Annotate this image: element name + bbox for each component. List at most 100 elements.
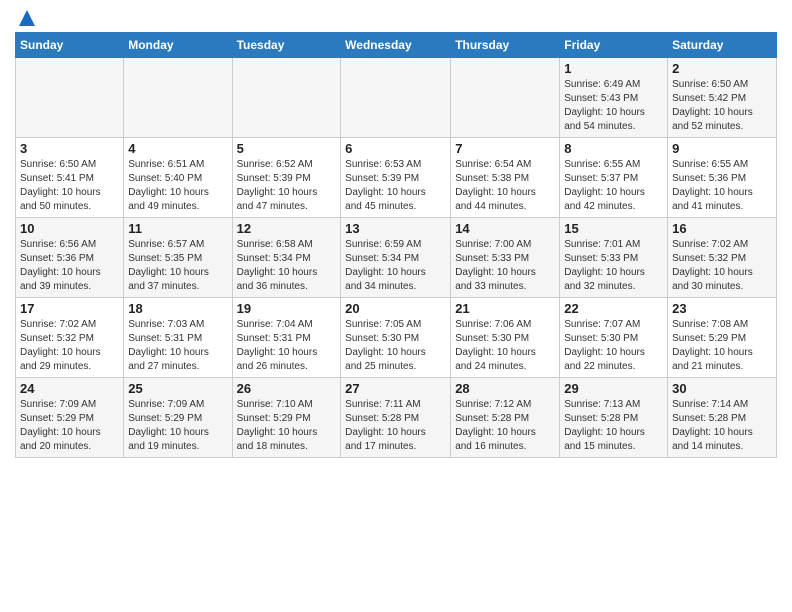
calendar-cell: 14 Sunrise: 7:00 AM Sunset: 5:33 PM Dayli… [451, 218, 560, 298]
cell-day-number: 11 [128, 221, 227, 236]
cell-day-number: 1 [564, 61, 663, 76]
calendar-cell [124, 58, 232, 138]
calendar-cell: 22 Sunrise: 7:07 AM Sunset: 5:30 PM Dayli… [560, 298, 668, 378]
calendar-cell [451, 58, 560, 138]
cell-day-number: 16 [672, 221, 772, 236]
page-header [15, 10, 777, 24]
cell-info-text: Sunrise: 6:59 AM Sunset: 5:34 PM Dayligh… [345, 238, 446, 294]
calendar-cell: 1 Sunrise: 6:49 AM Sunset: 5:43 PM Daylig… [560, 58, 668, 138]
calendar-week-row: 1 Sunrise: 6:49 AM Sunset: 5:43 PM Daylig… [16, 58, 777, 138]
calendar-cell: 29Sunrise: 7:13 AM Sunset: 5:28 PM Dayli… [560, 378, 668, 458]
cell-day-number: 28 [455, 381, 555, 396]
cell-day-number: 23 [672, 301, 772, 316]
cell-info-text: Sunrise: 6:55 AM Sunset: 5:36 PM Dayligh… [672, 158, 772, 214]
cell-day-number: 18 [128, 301, 227, 316]
calendar-cell [16, 58, 124, 138]
calendar-cell: 3Sunrise: 6:50 AM Sunset: 5:41 PM Daylig… [16, 138, 124, 218]
cell-info-text: Sunrise: 7:09 AM Sunset: 5:29 PM Dayligh… [128, 398, 227, 454]
cell-info-text: Sunrise: 6:52 AM Sunset: 5:39 PM Dayligh… [237, 158, 337, 214]
calendar-cell: 8 Sunrise: 6:55 AM Sunset: 5:37 PM Daylig… [560, 138, 668, 218]
cell-info-text: Sunrise: 7:00 AM Sunset: 5:33 PM Dayligh… [455, 238, 555, 294]
cell-day-number: 12 [237, 221, 337, 236]
cell-day-number: 13 [345, 221, 446, 236]
calendar-table: SundayMondayTuesdayWednesdayThursdayFrid… [15, 32, 777, 458]
calendar-header-row: SundayMondayTuesdayWednesdayThursdayFrid… [16, 33, 777, 58]
cell-info-text: Sunrise: 7:08 AM Sunset: 5:29 PM Dayligh… [672, 318, 772, 374]
weekday-header-cell: Sunday [16, 33, 124, 58]
calendar-cell: 30Sunrise: 7:14 AM Sunset: 5:28 PM Dayli… [668, 378, 777, 458]
calendar-week-row: 10Sunrise: 6:56 AM Sunset: 5:36 PM Dayli… [16, 218, 777, 298]
calendar-cell: 16 Sunrise: 7:02 AM Sunset: 5:32 PM Dayli… [668, 218, 777, 298]
cell-info-text: Sunrise: 7:09 AM Sunset: 5:29 PM Dayligh… [20, 398, 119, 454]
cell-day-number: 14 [455, 221, 555, 236]
calendar-week-row: 3Sunrise: 6:50 AM Sunset: 5:41 PM Daylig… [16, 138, 777, 218]
cell-info-text: Sunrise: 6:50 AM Sunset: 5:42 PM Dayligh… [672, 78, 772, 134]
calendar-cell: 6Sunrise: 6:53 AM Sunset: 5:39 PM Daylig… [341, 138, 451, 218]
cell-day-number: 29 [564, 381, 663, 396]
calendar-cell: 23 Sunrise: 7:08 AM Sunset: 5:29 PM Dayli… [668, 298, 777, 378]
cell-day-number: 8 [564, 141, 663, 156]
calendar-cell: 9 Sunrise: 6:55 AM Sunset: 5:36 PM Daylig… [668, 138, 777, 218]
cell-info-text: Sunrise: 7:06 AM Sunset: 5:30 PM Dayligh… [455, 318, 555, 374]
cell-day-number: 26 [237, 381, 337, 396]
cell-day-number: 30 [672, 381, 772, 396]
cell-info-text: Sunrise: 6:55 AM Sunset: 5:37 PM Dayligh… [564, 158, 663, 214]
calendar-cell [232, 58, 341, 138]
calendar-cell: 13 Sunrise: 6:59 AM Sunset: 5:34 PM Dayli… [341, 218, 451, 298]
cell-info-text: Sunrise: 7:07 AM Sunset: 5:30 PM Dayligh… [564, 318, 663, 374]
weekday-header-cell: Monday [124, 33, 232, 58]
calendar-cell: 15Sunrise: 7:01 AM Sunset: 5:33 PM Dayli… [560, 218, 668, 298]
cell-info-text: Sunrise: 6:56 AM Sunset: 5:36 PM Dayligh… [20, 238, 119, 294]
calendar-body: 1 Sunrise: 6:49 AM Sunset: 5:43 PM Daylig… [16, 58, 777, 458]
calendar-week-row: 17 Sunrise: 7:02 AM Sunset: 5:32 PM Dayli… [16, 298, 777, 378]
calendar-cell: 28 Sunrise: 7:12 AM Sunset: 5:28 PM Dayli… [451, 378, 560, 458]
weekday-header-cell: Saturday [668, 33, 777, 58]
calendar-cell: 19Sunrise: 7:04 AM Sunset: 5:31 PM Dayli… [232, 298, 341, 378]
calendar-cell: 27Sunrise: 7:11 AM Sunset: 5:28 PM Dayli… [341, 378, 451, 458]
calendar-cell: 12Sunrise: 6:58 AM Sunset: 5:34 PM Dayli… [232, 218, 341, 298]
cell-info-text: Sunrise: 7:02 AM Sunset: 5:32 PM Dayligh… [20, 318, 119, 374]
cell-info-text: Sunrise: 7:03 AM Sunset: 5:31 PM Dayligh… [128, 318, 227, 374]
cell-info-text: Sunrise: 6:54 AM Sunset: 5:38 PM Dayligh… [455, 158, 555, 214]
calendar-cell [341, 58, 451, 138]
calendar-cell: 2 Sunrise: 6:50 AM Sunset: 5:42 PM Daylig… [668, 58, 777, 138]
cell-info-text: Sunrise: 7:02 AM Sunset: 5:32 PM Dayligh… [672, 238, 772, 294]
cell-day-number: 6 [345, 141, 446, 156]
cell-info-text: Sunrise: 7:05 AM Sunset: 5:30 PM Dayligh… [345, 318, 446, 374]
logo-icon [19, 10, 35, 26]
cell-day-number: 21 [455, 301, 555, 316]
weekday-header-cell: Wednesday [341, 33, 451, 58]
cell-day-number: 2 [672, 61, 772, 76]
calendar-cell: 20 Sunrise: 7:05 AM Sunset: 5:30 PM Dayli… [341, 298, 451, 378]
logo-area [15, 10, 35, 24]
calendar-week-row: 24 Sunrise: 7:09 AM Sunset: 5:29 PM Dayli… [16, 378, 777, 458]
calendar-cell: 10Sunrise: 6:56 AM Sunset: 5:36 PM Dayli… [16, 218, 124, 298]
cell-info-text: Sunrise: 6:57 AM Sunset: 5:35 PM Dayligh… [128, 238, 227, 294]
calendar-cell: 17 Sunrise: 7:02 AM Sunset: 5:32 PM Dayli… [16, 298, 124, 378]
cell-day-number: 24 [20, 381, 119, 396]
calendar-cell: 7Sunrise: 6:54 AM Sunset: 5:38 PM Daylig… [451, 138, 560, 218]
cell-info-text: Sunrise: 6:49 AM Sunset: 5:43 PM Dayligh… [564, 78, 663, 134]
weekday-header-cell: Tuesday [232, 33, 341, 58]
calendar-cell: 18 Sunrise: 7:03 AM Sunset: 5:31 PM Dayli… [124, 298, 232, 378]
cell-info-text: Sunrise: 6:51 AM Sunset: 5:40 PM Dayligh… [128, 158, 227, 214]
cell-day-number: 9 [672, 141, 772, 156]
cell-info-text: Sunrise: 7:12 AM Sunset: 5:28 PM Dayligh… [455, 398, 555, 454]
cell-day-number: 25 [128, 381, 227, 396]
cell-day-number: 27 [345, 381, 446, 396]
weekday-header-cell: Thursday [451, 33, 560, 58]
calendar-cell: 25 Sunrise: 7:09 AM Sunset: 5:29 PM Dayli… [124, 378, 232, 458]
cell-day-number: 22 [564, 301, 663, 316]
cell-day-number: 19 [237, 301, 337, 316]
calendar-cell: 4 Sunrise: 6:51 AM Sunset: 5:40 PM Daylig… [124, 138, 232, 218]
calendar-cell: 5 Sunrise: 6:52 AM Sunset: 5:39 PM Daylig… [232, 138, 341, 218]
cell-info-text: Sunrise: 7:10 AM Sunset: 5:29 PM Dayligh… [237, 398, 337, 454]
cell-day-number: 3 [20, 141, 119, 156]
calendar-cell: 24 Sunrise: 7:09 AM Sunset: 5:29 PM Dayli… [16, 378, 124, 458]
cell-day-number: 5 [237, 141, 337, 156]
cell-day-number: 20 [345, 301, 446, 316]
cell-day-number: 4 [128, 141, 227, 156]
calendar-cell: 21 Sunrise: 7:06 AM Sunset: 5:30 PM Dayli… [451, 298, 560, 378]
weekday-header-cell: Friday [560, 33, 668, 58]
cell-day-number: 17 [20, 301, 119, 316]
